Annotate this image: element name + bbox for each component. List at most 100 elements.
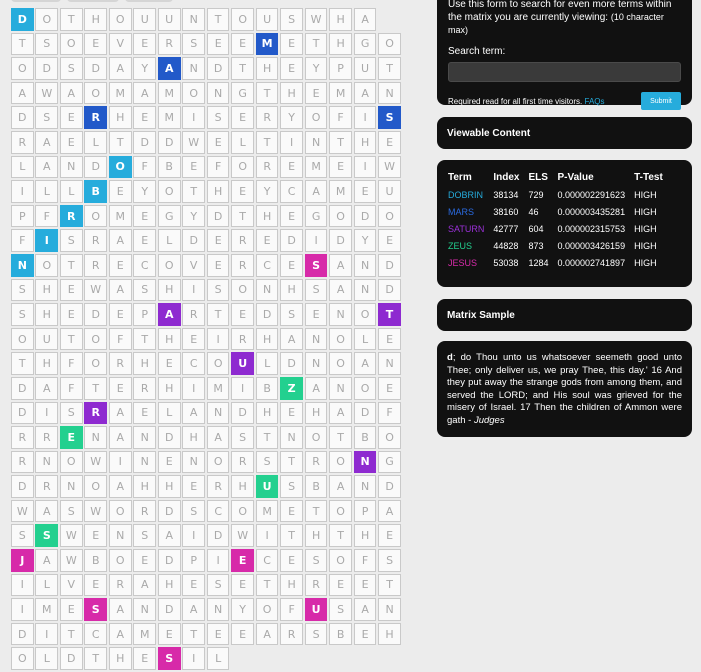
matrix-row: DITCAMETEEARSBEH — [11, 622, 406, 648]
matrix-cell: R — [133, 376, 157, 400]
ttest-cell: HIGH — [634, 258, 657, 268]
matrix-cell: A — [35, 376, 59, 400]
matrix-cell: S — [304, 549, 328, 572]
matrix-cell: U — [378, 180, 401, 203]
matrix-cell: N — [35, 450, 59, 474]
matrix-cell: O — [59, 450, 83, 474]
matrix-cell-highlighted: N — [11, 253, 34, 277]
matrix-cell: D — [206, 524, 230, 548]
search-input[interactable] — [448, 62, 681, 82]
matrix-cell-highlighted: R — [84, 106, 108, 129]
matrix-cell: D — [157, 549, 181, 572]
matrix-cell: I — [182, 278, 205, 302]
term-cell[interactable]: ZEUS — [447, 240, 492, 257]
matrix-cell: F — [206, 155, 230, 179]
matrix-cell: A — [353, 598, 377, 621]
matrix-cell: E — [231, 106, 254, 129]
search-footer: Required read for all first time visitor… — [448, 92, 681, 110]
matrix-cell: G — [378, 450, 401, 474]
matrix-cell: A — [133, 81, 157, 105]
matrix-cell: D — [353, 204, 377, 228]
matrix-cell: D — [353, 401, 377, 425]
matrix-cell: A — [329, 278, 352, 302]
matrix-cell: W — [59, 549, 83, 572]
top-tab-2[interactable] — [67, 0, 119, 2]
matrix-cell: W — [11, 499, 34, 523]
matrix-cell-highlighted: Z — [280, 376, 303, 400]
matrix-cell: D — [378, 475, 401, 498]
matrix-cell: S — [11, 303, 34, 326]
matrix-cell: S — [206, 106, 230, 129]
matrix-cell: H — [378, 622, 401, 646]
matrix-row: WASWORDSCOMETOPA — [11, 499, 406, 525]
matrix-row: ODSDAYANDTHEYPUT — [11, 57, 406, 82]
matrix-cell: R — [11, 426, 34, 449]
top-tab-1[interactable] — [11, 0, 61, 2]
matrix-cell: O — [84, 204, 108, 228]
matrix-cell: A — [35, 499, 59, 523]
matrix-cell: M — [133, 622, 157, 646]
matrix-cell: E — [280, 155, 303, 179]
matrix-cell: T — [59, 253, 83, 277]
top-tab-3[interactable] — [125, 0, 173, 2]
matrix-cell: I — [255, 524, 279, 548]
matrix-cell: H — [182, 426, 205, 449]
matrix-cell: N — [108, 524, 132, 548]
matrix-cell: T — [304, 499, 328, 523]
term-cell[interactable]: SATURN — [447, 223, 492, 240]
matrix-cell: C — [133, 253, 157, 277]
ttest-cell: HIGH — [634, 241, 657, 251]
search-intro: Use this form to search for even more te… — [448, 0, 681, 37]
matrix-cell: E — [280, 499, 303, 523]
matrix-cell: I — [35, 401, 59, 425]
matrix-cell: R — [304, 450, 328, 474]
matrix-cell: L — [206, 647, 230, 671]
term-cell[interactable]: JESUS — [447, 257, 492, 274]
matrix-cell: H — [329, 8, 352, 31]
matrix-cell: H — [280, 573, 303, 597]
matrix-cell: O — [329, 499, 352, 523]
matrix-cell: C — [84, 622, 108, 646]
matrix-row: RRENANDHASTNOTBO — [11, 426, 406, 451]
terms-panel: Term Index ELS P-Value T-Test DOBRIN 3813… — [437, 160, 692, 287]
matrix-cell: S — [11, 524, 34, 548]
matrix-cell: I — [11, 598, 34, 621]
matrix-cell: W — [304, 8, 328, 31]
matrix-cell: E — [84, 524, 108, 548]
matrix-cell: T — [329, 426, 352, 449]
matrix-cell: O — [84, 327, 108, 351]
term-cell[interactable]: DOBRIN — [447, 189, 492, 206]
matrix-cell: A — [329, 475, 352, 498]
matrix-cell: G — [304, 204, 328, 228]
matrix-cell: A — [11, 81, 34, 105]
matrix-cell: A — [304, 180, 328, 203]
matrix-cell: T — [304, 32, 328, 56]
matrix-cell-highlighted: S — [378, 106, 401, 129]
matrix-cell: G — [231, 81, 254, 105]
matrix-cell: I — [35, 622, 59, 646]
matrix-cell: H — [255, 401, 279, 425]
matrix-cell: E — [182, 475, 205, 498]
matrix-cell: E — [157, 352, 181, 375]
submit-button[interactable]: Submit — [641, 92, 681, 110]
term-cell[interactable]: MARS — [447, 206, 492, 223]
matrix-cell: C — [255, 549, 279, 572]
matrix-cell: M — [108, 204, 132, 228]
matrix-cell: M — [108, 81, 132, 105]
matrix-cell: S — [59, 401, 83, 425]
matrix-cell: H — [108, 106, 132, 129]
matrix-cell: N — [206, 401, 230, 425]
matrix-cell: R — [255, 155, 279, 179]
matrix-cell: L — [35, 647, 59, 671]
matrix-cell: A — [353, 352, 377, 375]
matrix-cell: H — [304, 401, 328, 425]
matrix-cell-highlighted: S — [35, 524, 59, 548]
matrix-cell: E — [59, 598, 83, 621]
matrix-cell: E — [353, 622, 377, 646]
matrix-cell: L — [35, 573, 59, 597]
matrix-cell: D — [11, 376, 34, 400]
matrix-cell: F — [378, 401, 401, 425]
matrix-cell: H — [206, 180, 230, 203]
faq-link[interactable]: FAQs — [585, 97, 605, 106]
matrix-cell: O — [11, 327, 34, 351]
